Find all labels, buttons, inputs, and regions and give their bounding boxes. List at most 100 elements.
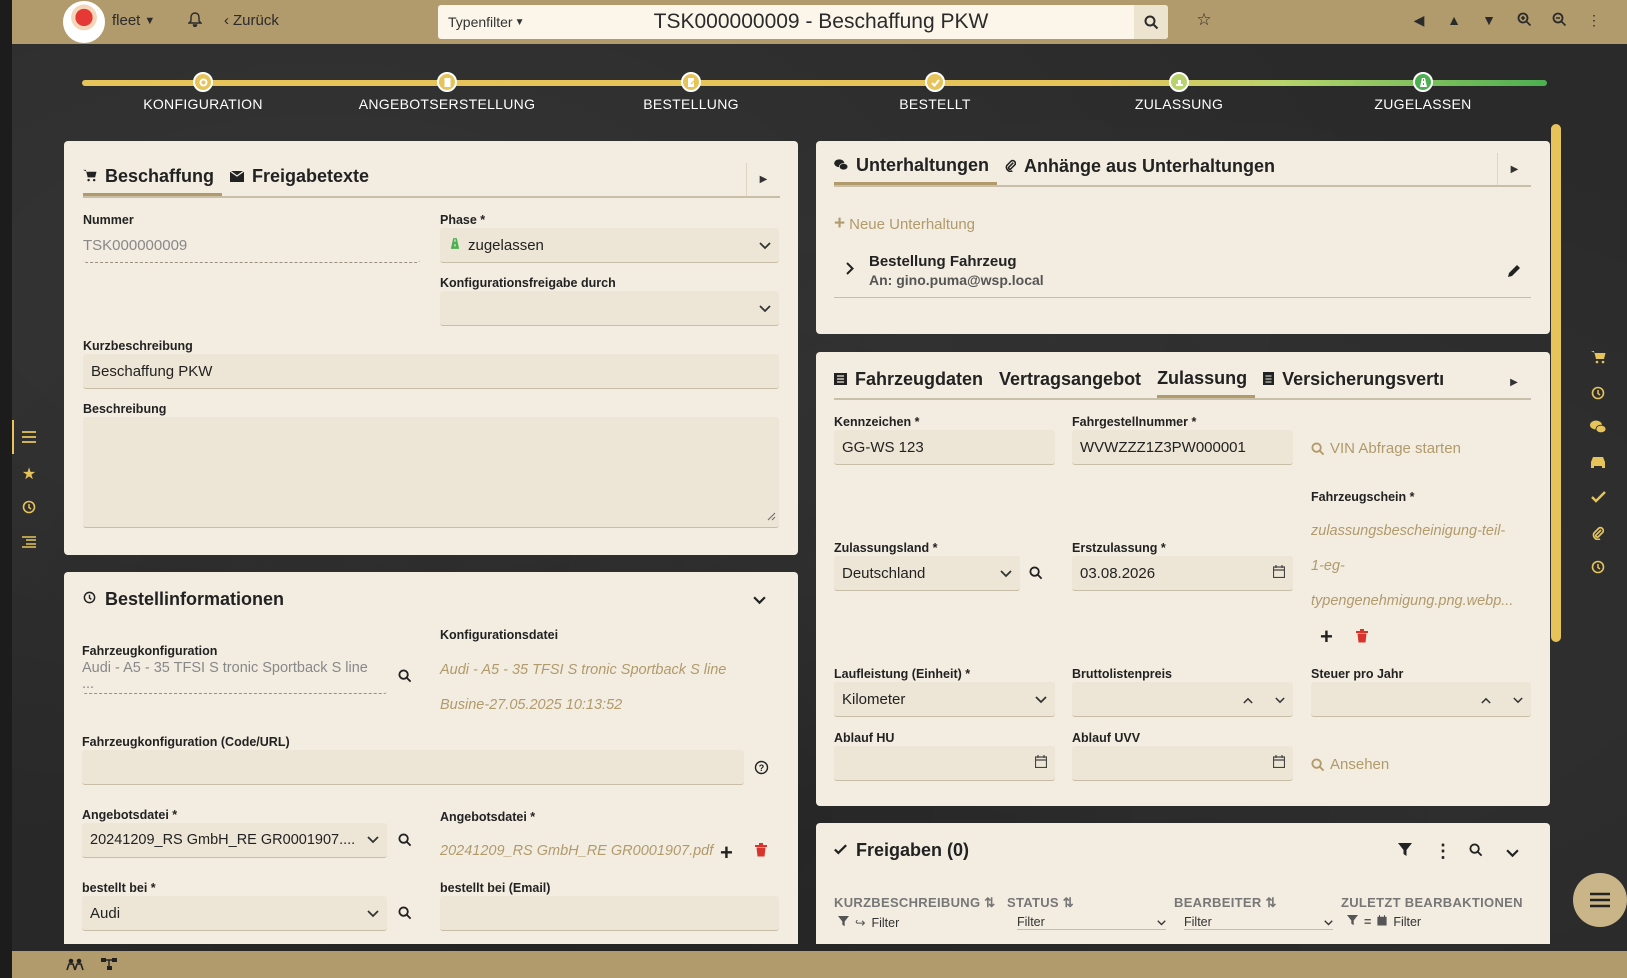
zoom-out-icon[interactable] <box>1549 12 1569 30</box>
sitemap-icon[interactable] <box>100 957 118 976</box>
konfigdatei-link-line1[interactable]: Audi - A5 - 35 TFSI S tronic Sportback S… <box>440 662 726 678</box>
more-vertical-icon[interactable]: ⋮ <box>1434 841 1452 862</box>
uvv-input[interactable] <box>1072 746 1293 781</box>
laufleistung-select[interactable]: Kilometer <box>834 682 1055 717</box>
list-icon[interactable] <box>18 430 40 448</box>
chevron-down-icon[interactable] <box>1275 691 1285 708</box>
collapse-button[interactable] <box>753 592 766 610</box>
fahrzeugkonfig-search-button[interactable] <box>398 669 412 688</box>
caret-down-icon[interactable]: ▼ <box>1479 12 1499 28</box>
pencil-icon[interactable] <box>1506 264 1521 284</box>
back-button[interactable]: ‹ Zurück <box>224 12 279 29</box>
column-header-zuletzt[interactable]: ZULETZT BEARBAKTIONEN <box>1341 895 1523 910</box>
search-button[interactable] <box>1134 5 1168 39</box>
tab-freigabetexte[interactable]: Freigabetexte <box>229 166 377 193</box>
cart-icon[interactable] <box>1587 350 1609 369</box>
app-switcher[interactable]: fleet ▼ <box>112 12 155 29</box>
tabs-scroll-right-button[interactable]: ▶ <box>1497 153 1531 185</box>
outline-icon[interactable] <box>18 535 40 553</box>
trash-icon[interactable] <box>1356 629 1368 648</box>
hu-input[interactable] <box>834 746 1055 781</box>
caret-up-icon[interactable]: ▲ <box>1444 12 1464 28</box>
plus-icon[interactable]: + <box>1320 624 1333 650</box>
bestellt-bei-select[interactable]: Audi <box>82 896 387 931</box>
scrollbar-thumb[interactable] <box>1551 124 1561 642</box>
bestellt-email-input[interactable] <box>440 896 779 931</box>
calendar-icon[interactable] <box>1272 564 1286 582</box>
menu-fab-button[interactable] <box>1573 873 1627 927</box>
tabs-scroll-right-button[interactable]: ▶ <box>1497 366 1531 398</box>
angebotsdatei-link[interactable]: 20241209_RS GmbH_RE GR0001907.pdf <box>440 843 713 859</box>
step-zulassung[interactable]: ZULASSUNG <box>1079 72 1279 112</box>
tab-fahrzeugdaten[interactable]: Fahrzeugdaten <box>834 369 991 396</box>
chevron-up-icon[interactable] <box>1481 691 1491 708</box>
zoom-in-icon[interactable] <box>1514 12 1534 30</box>
chevron-up-icon[interactable] <box>1243 691 1253 708</box>
step-konfiguration[interactable]: KONFIGURATION <box>103 72 303 112</box>
fahrzeugschein-link-line2[interactable]: 1-eg- <box>1311 558 1345 574</box>
chevron-right-icon[interactable] <box>846 262 854 280</box>
fahrzeugschein-link-line3[interactable]: typengenehmigung.png.webp... <box>1311 593 1513 609</box>
konfigfreigabe-select[interactable] <box>440 291 779 326</box>
calendar-icon[interactable] <box>1272 754 1286 772</box>
tab-versicherungsvertrag[interactable]: Versicherungsvertı <box>1263 369 1458 396</box>
phase-select[interactable]: zugelassen <box>440 228 779 263</box>
more-vertical-icon[interactable]: ⋮ <box>1584 12 1604 29</box>
unterhaltung-list-item[interactable]: Bestellung Fahrzeug An: gino.puma@wsp.lo… <box>834 248 1531 298</box>
vin-abfrage-link[interactable]: VIN Abfrage starten <box>1311 440 1461 457</box>
tabs-scroll-right-button[interactable]: ▶ <box>746 163 780 196</box>
steuer-input[interactable] <box>1311 682 1531 717</box>
search-input[interactable]: TSK000000009 - Beschaffung PKW <box>538 10 1134 34</box>
avatar[interactable] <box>63 1 105 43</box>
step-bestellt[interactable]: BESTELLT <box>835 72 1035 112</box>
tab-zulassung[interactable]: Zulassung <box>1157 368 1256 398</box>
check-icon[interactable] <box>1587 490 1609 508</box>
step-angebotserstellung[interactable]: ANGEBOTSERSTELLUNG <box>347 72 547 112</box>
angebotsdatei-select[interactable]: 20241209_RS GmbH_RE GR0001907.... <box>82 823 387 858</box>
tab-beschaffung[interactable]: Beschaffung <box>83 166 223 196</box>
typenfilter-dropdown[interactable]: Typenfilter ▼ <box>438 14 538 30</box>
trash-icon[interactable] <box>755 843 767 862</box>
history-icon[interactable] <box>1587 560 1609 579</box>
bell-icon[interactable] <box>185 12 205 30</box>
tab-vertragsangebot[interactable]: Vertragsangebot <box>999 369 1149 396</box>
filter-zuletzt[interactable]: = Filter <box>1347 915 1527 929</box>
erstzulassung-input[interactable]: 03.08.2026 <box>1072 556 1293 591</box>
brutto-input[interactable] <box>1072 682 1293 717</box>
resize-handle-icon[interactable] <box>767 508 776 525</box>
search-icon[interactable] <box>1469 843 1483 862</box>
filter-kurzbeschreibung[interactable]: ↪ Filter <box>838 915 998 930</box>
column-header-kurzbeschreibung[interactable]: KURZBESCHREIBUNG ⇅ <box>834 895 995 911</box>
tab-unterhaltungen[interactable]: Unterhaltungen <box>834 155 997 185</box>
step-zugelassen[interactable]: ZUGELASSEN <box>1323 72 1523 112</box>
help-icon[interactable]: ? <box>754 760 769 780</box>
column-header-status[interactable]: STATUS ⇅ <box>1007 895 1074 911</box>
fahrzeugschein-link-line1[interactable]: zulassungsbescheinigung-teil- <box>1311 523 1505 539</box>
zulassungsland-search-button[interactable] <box>1029 566 1043 585</box>
column-header-bearbeiter[interactable]: BEARBEITER ⇅ <box>1174 895 1277 911</box>
konfig-code-input[interactable] <box>82 750 744 785</box>
chat-icon[interactable] <box>1587 420 1609 439</box>
plus-icon[interactable]: + <box>720 840 733 866</box>
filter-status[interactable]: Filter <box>1017 915 1166 930</box>
filter-bearbeiter[interactable]: Filter <box>1184 915 1333 930</box>
beschreibung-textarea[interactable] <box>83 417 779 528</box>
chevron-down-icon[interactable] <box>1506 845 1519 863</box>
zulassungsland-select[interactable]: Deutschland <box>834 556 1020 591</box>
history-icon[interactable] <box>1587 386 1609 405</box>
kurzbeschreibung-input[interactable]: Beschaffung PKW <box>83 354 779 389</box>
filter-icon[interactable] <box>1398 843 1412 862</box>
calendar-icon[interactable] <box>1034 754 1048 772</box>
kennzeichen-input[interactable]: GG-WS 123 <box>834 430 1055 465</box>
bestellt-bei-search-button[interactable] <box>398 906 412 925</box>
chevron-down-icon[interactable] <box>1513 691 1523 708</box>
fin-input[interactable]: WVWZZZ1Z3PW000001 <box>1072 430 1293 465</box>
paperclip-icon[interactable] <box>1587 525 1609 545</box>
konfigdatei-link-line2[interactable]: Busine-27.05.2025 10:13:52 <box>440 697 622 713</box>
people-icon[interactable] <box>66 957 84 976</box>
history-icon[interactable] <box>18 500 40 519</box>
global-search[interactable]: Typenfilter ▼ TSK000000009 - Beschaffung… <box>438 5 1168 39</box>
tab-anhaenge[interactable]: Anhänge aus Unterhaltungen <box>1005 156 1283 183</box>
star-icon[interactable]: ★ <box>18 464 40 484</box>
ansehen-link[interactable]: Ansehen <box>1311 756 1389 773</box>
